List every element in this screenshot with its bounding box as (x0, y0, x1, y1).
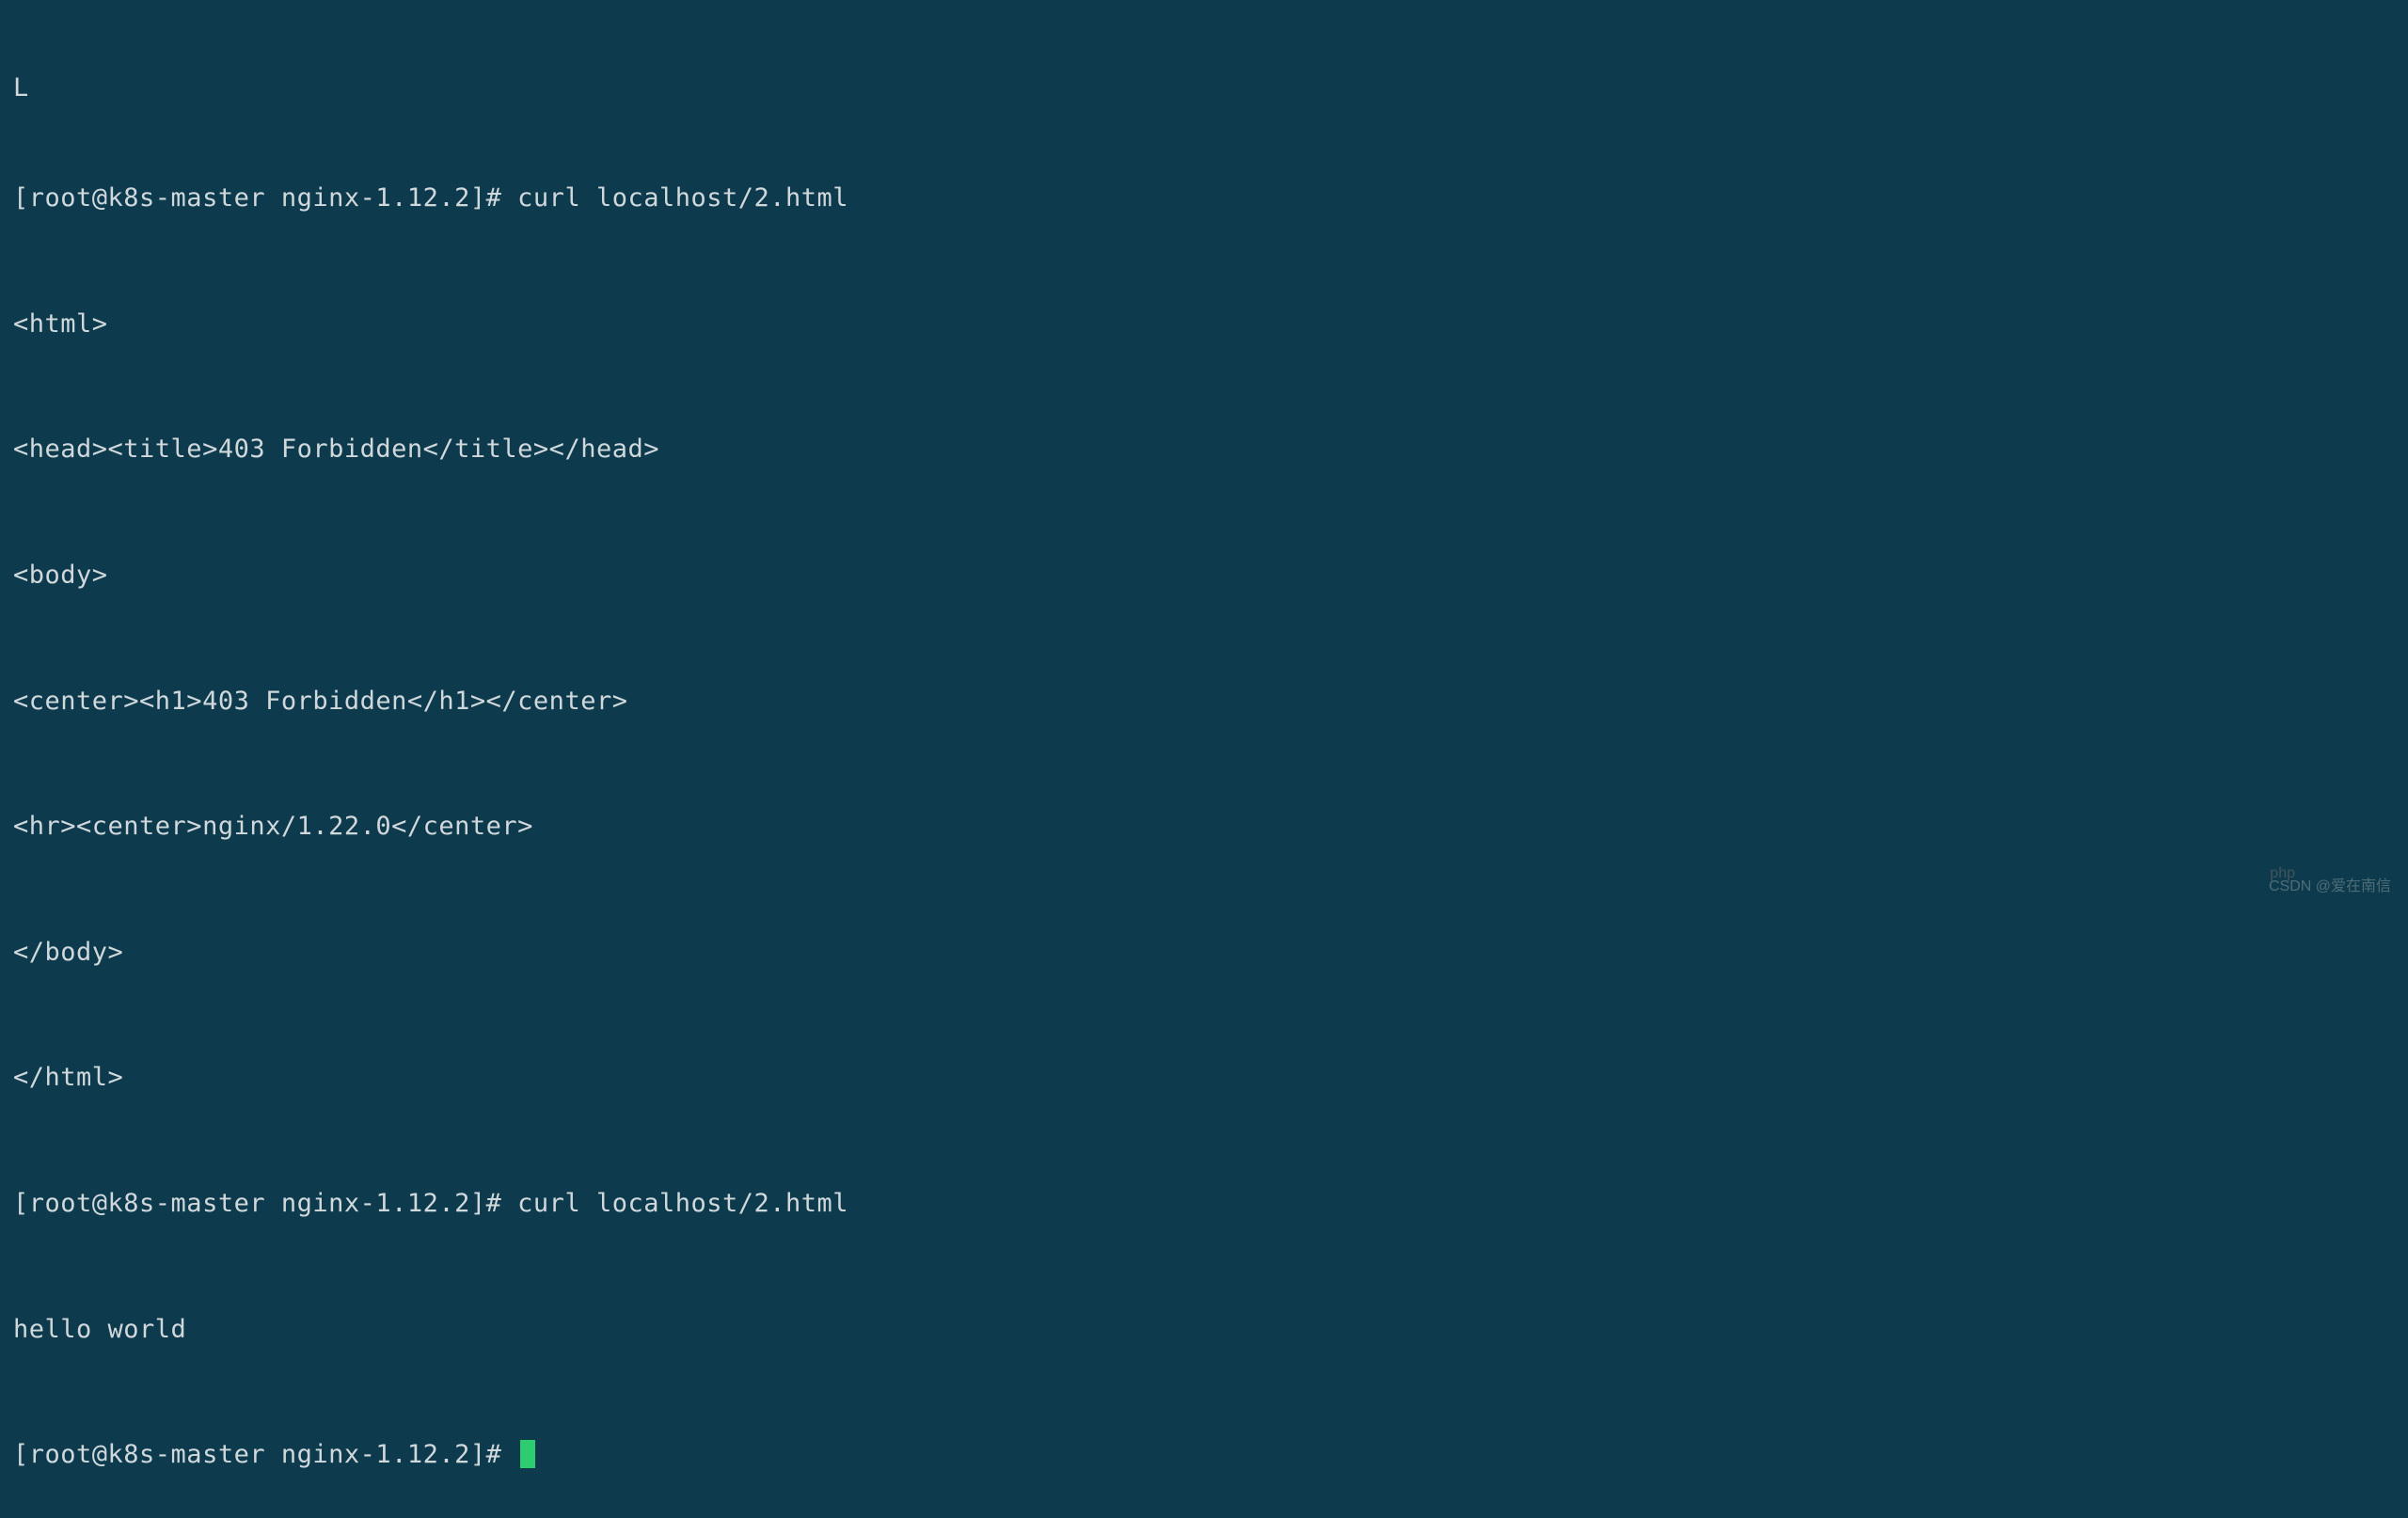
terminal-output-line: <body> (13, 555, 2395, 597)
terminal-output-line: <head><title>403 Forbidden</title></head… (13, 429, 2395, 471)
shell-command: curl localhost/2.html (517, 183, 848, 213)
terminal-prompt-line: [root@k8s-master nginx-1.12.2]# curl loc… (13, 178, 2395, 220)
terminal-output-line: </body> (13, 932, 2395, 974)
terminal-output-line: <hr><center>nginx/1.22.0</center> (13, 806, 2395, 848)
terminal-prompt-line: [root@k8s-master nginx-1.12.2]# (13, 1434, 2395, 1477)
terminal-window[interactable]: L [root@k8s-master nginx-1.12.2]# curl l… (13, 0, 2395, 1518)
terminal-cursor (520, 1440, 535, 1468)
shell-prompt: [root@k8s-master nginx-1.12.2]# (13, 1440, 517, 1469)
terminal-output-line: </html> (13, 1057, 2395, 1099)
terminal-output-line: <html> (13, 304, 2395, 346)
terminal-output-line: <center><h1>403 Forbidden</h1></center> (13, 681, 2395, 723)
terminal-line-fragment: L (13, 84, 2395, 94)
shell-prompt: [root@k8s-master nginx-1.12.2]# (13, 1189, 517, 1218)
terminal-prompt-line: [root@k8s-master nginx-1.12.2]# curl loc… (13, 1183, 2395, 1225)
shell-command: curl localhost/2.html (517, 1189, 848, 1218)
shell-prompt: [root@k8s-master nginx-1.12.2]# (13, 183, 517, 213)
terminal-output-line: hello world (13, 1309, 2395, 1352)
watermark-text: CSDN @爱在南信 (2269, 875, 2391, 899)
